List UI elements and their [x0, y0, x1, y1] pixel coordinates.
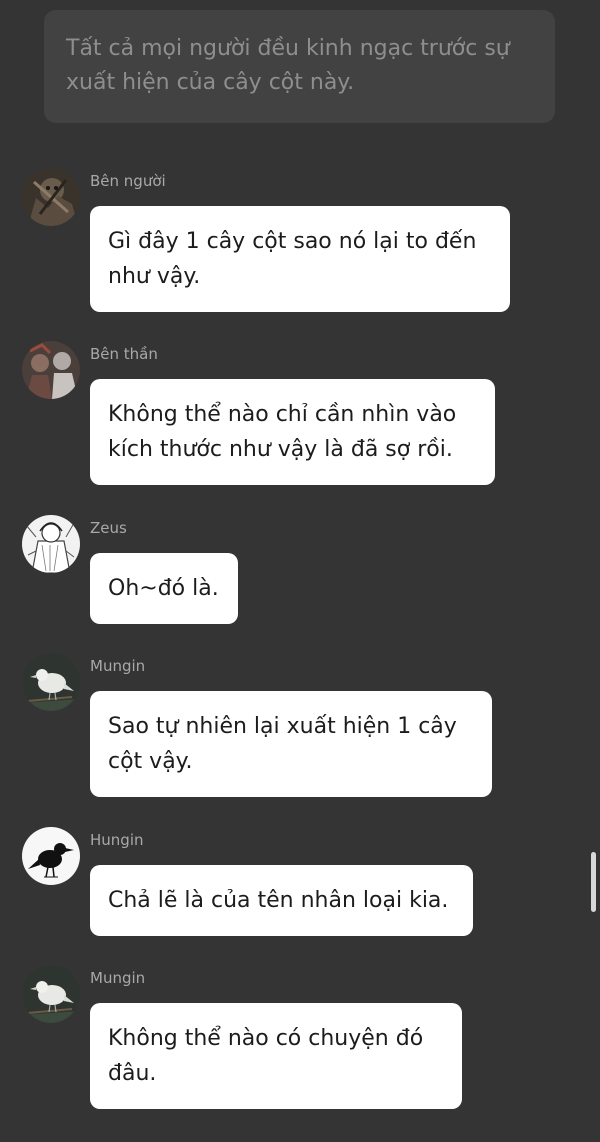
zeus-avatar-icon[interactable]: [22, 515, 80, 573]
chat-view[interactable]: Tất cả mọi người đều kinh ngạc trước sự …: [0, 0, 600, 1142]
message-bubble: Chả lẽ là của tên nhân loại kia.: [90, 865, 473, 936]
message-bubble: Không thể nào chỉ cần nhìn vào kích thướ…: [90, 379, 495, 485]
message-text: Chả lẽ là của tên nhân loại kia.: [108, 888, 449, 913]
sender-name: Bên thần: [90, 345, 158, 363]
message-bubble: Sao tự nhiên lại xuất hiện 1 cây cột vậy…: [90, 691, 492, 797]
message-text: Oh~đó là.: [108, 576, 219, 601]
human-side-avatar-icon[interactable]: [22, 168, 80, 226]
message-bubble: Oh~đó là.: [90, 553, 238, 624]
message-text: Không thể nào có chuyện đó đâu.: [108, 1026, 424, 1086]
narration-text: Tất cả mọi người đều kinh ngạc trước sự …: [66, 36, 510, 95]
sender-name: Mungin: [90, 657, 146, 675]
sender-name: Mungin: [90, 969, 146, 987]
message-bubble: Gì đây 1 cây cột sao nó lại to đến như v…: [90, 206, 510, 312]
scrollbar[interactable]: [591, 852, 596, 912]
message-text: Không thể nào chỉ cần nhìn vào kích thướ…: [108, 402, 457, 462]
black-crow-avatar-icon[interactable]: [22, 827, 80, 885]
narration-box: Tất cả mọi người đều kinh ngạc trước sự …: [44, 10, 555, 123]
sender-name: Bên người: [90, 172, 166, 190]
white-raven-avatar-icon[interactable]: [22, 965, 80, 1023]
sender-name: Zeus: [90, 519, 127, 537]
god-side-avatar-icon[interactable]: [22, 341, 80, 399]
sender-name: Hungin: [90, 831, 144, 849]
message-bubble: Không thể nào có chuyện đó đâu.: [90, 1003, 462, 1109]
message-text: Gì đây 1 cây cột sao nó lại to đến như v…: [108, 229, 477, 289]
white-raven-avatar-icon[interactable]: [22, 653, 80, 711]
message-text: Sao tự nhiên lại xuất hiện 1 cây cột vậy…: [108, 714, 457, 774]
